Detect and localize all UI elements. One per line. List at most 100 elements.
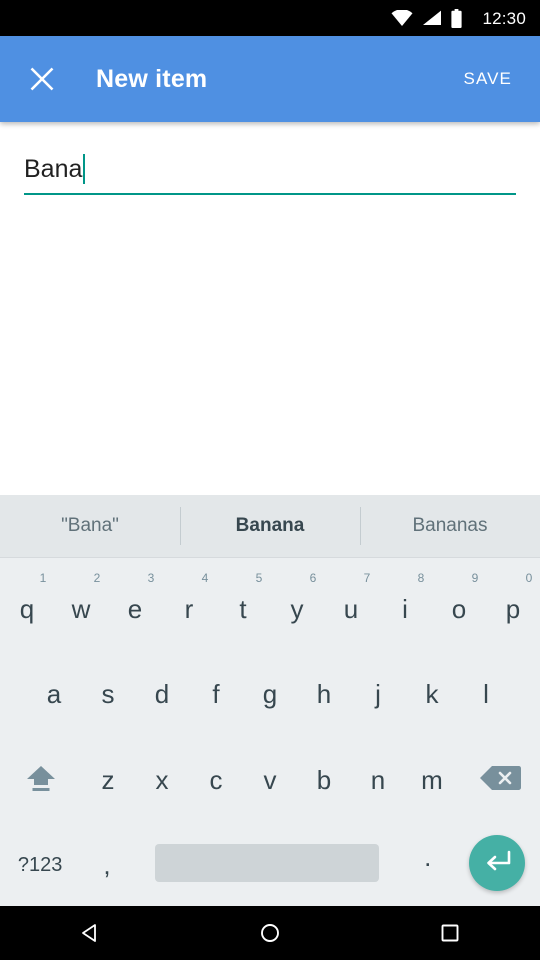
key-f[interactable]: f <box>189 650 243 736</box>
key-hint: 6 <box>309 571 317 585</box>
key-v[interactable]: v <box>243 735 297 821</box>
shift-key[interactable] <box>0 735 81 821</box>
key-w[interactable]: 2w <box>54 564 108 650</box>
close-button[interactable] <box>14 51 70 107</box>
backspace-icon <box>479 763 521 793</box>
phone-screen: 12:30 New item SAVE Bana "Bana" Banana B… <box>0 0 540 960</box>
shift-icon <box>24 763 58 793</box>
backspace-key[interactable] <box>459 735 540 821</box>
status-bar: 12:30 <box>0 0 540 36</box>
key-label: x <box>155 764 169 795</box>
close-icon <box>28 65 56 93</box>
key-k[interactable]: k <box>405 650 459 736</box>
key-label: k <box>425 679 439 710</box>
key-label: b <box>316 764 332 795</box>
space-key[interactable] <box>134 821 401 907</box>
key-hint: 1 <box>39 571 47 585</box>
key-hint: 0 <box>525 571 533 585</box>
key-i[interactable]: 8i <box>378 564 432 650</box>
back-triangle-icon <box>78 921 102 945</box>
key-p[interactable]: 0p <box>486 564 540 650</box>
field-underline <box>24 193 516 195</box>
key-label: p <box>505 593 521 624</box>
key-label: u <box>343 593 359 624</box>
key-label: . <box>424 842 432 873</box>
key-label: e <box>127 593 143 624</box>
key-label: g <box>262 679 278 710</box>
key-a[interactable]: a <box>27 650 81 736</box>
keyboard-row-1: 1q 2w 3e 4r 5t 6y 7u 8i 9o 0p <box>0 564 540 650</box>
status-icons: 12:30 <box>391 8 526 28</box>
keyboard-row-3: z x c v b n m <box>0 735 540 821</box>
key-b[interactable]: b <box>297 735 351 821</box>
key-d[interactable]: d <box>135 650 189 736</box>
nav-recents-button[interactable] <box>360 921 540 945</box>
key-label: f <box>212 679 220 710</box>
key-x[interactable]: x <box>135 735 189 821</box>
key-h[interactable]: h <box>297 650 351 736</box>
text-caret <box>83 154 86 184</box>
enter-key[interactable] <box>454 821 540 907</box>
save-button[interactable]: SAVE <box>460 61 517 97</box>
key-label: j <box>375 679 381 710</box>
key-label: l <box>483 679 489 710</box>
key-c[interactable]: c <box>189 735 243 821</box>
item-name-field-row[interactable]: Bana <box>24 144 516 184</box>
content-area: Bana <box>0 122 540 495</box>
page-title: New item <box>96 64 208 93</box>
key-n[interactable]: n <box>351 735 405 821</box>
battery-icon <box>451 8 463 28</box>
suggestion-strip: "Bana" Banana Bananas <box>0 495 540 558</box>
key-z[interactable]: z <box>81 735 135 821</box>
key-hint: 7 <box>363 571 371 585</box>
suggestion-item[interactable]: Banana <box>180 495 360 557</box>
cellular-signal-icon <box>422 10 442 26</box>
period-key[interactable]: . <box>401 821 454 907</box>
key-j[interactable]: j <box>351 650 405 736</box>
suggestion-item[interactable]: "Bana" <box>0 495 180 557</box>
key-label: w <box>71 593 91 624</box>
key-t[interactable]: 5t <box>216 564 270 650</box>
enter-icon <box>482 848 512 878</box>
key-r[interactable]: 4r <box>162 564 216 650</box>
status-time: 12:30 <box>482 8 526 28</box>
key-q[interactable]: 1q <box>0 564 54 650</box>
key-label: ?123 <box>17 854 63 877</box>
key-label: r <box>184 593 194 624</box>
nav-back-button[interactable] <box>0 921 180 945</box>
on-screen-keyboard: 1q 2w 3e 4r 5t 6y 7u 8i 9o 0p a s d f g … <box>0 558 540 906</box>
key-label: v <box>263 764 277 795</box>
key-label: c <box>209 764 223 795</box>
key-hint: 9 <box>471 571 479 585</box>
item-name-field-wrapper[interactable]: Bana <box>24 144 516 195</box>
key-label: t <box>239 593 247 624</box>
key-label: d <box>154 679 170 710</box>
suggestion-item[interactable]: Bananas <box>360 495 540 557</box>
key-hint: 2 <box>93 571 101 585</box>
key-label: a <box>46 679 62 710</box>
comma-key[interactable]: , <box>80 821 133 907</box>
key-y[interactable]: 6y <box>270 564 324 650</box>
key-s[interactable]: s <box>81 650 135 736</box>
key-label: m <box>421 764 443 795</box>
wifi-icon <box>391 10 413 26</box>
key-label: i <box>402 593 408 624</box>
key-g[interactable]: g <box>243 650 297 736</box>
key-l[interactable]: l <box>459 650 513 736</box>
key-label: h <box>316 679 332 710</box>
keyboard-row-2: a s d f g h j k l <box>0 650 540 736</box>
symbols-key[interactable]: ?123 <box>0 821 80 907</box>
enter-key-circle <box>469 835 526 892</box>
key-u[interactable]: 7u <box>324 564 378 650</box>
key-label: y <box>290 593 304 624</box>
key-label: , <box>103 850 111 881</box>
key-label: o <box>451 593 467 624</box>
key-hint: 5 <box>255 571 263 585</box>
key-label: z <box>101 764 115 795</box>
key-m[interactable]: m <box>405 735 459 821</box>
item-name-input[interactable]: Bana <box>24 154 82 184</box>
key-e[interactable]: 3e <box>108 564 162 650</box>
key-o[interactable]: 9o <box>432 564 486 650</box>
nav-home-button[interactable] <box>180 921 360 945</box>
app-bar: New item SAVE <box>0 36 540 122</box>
